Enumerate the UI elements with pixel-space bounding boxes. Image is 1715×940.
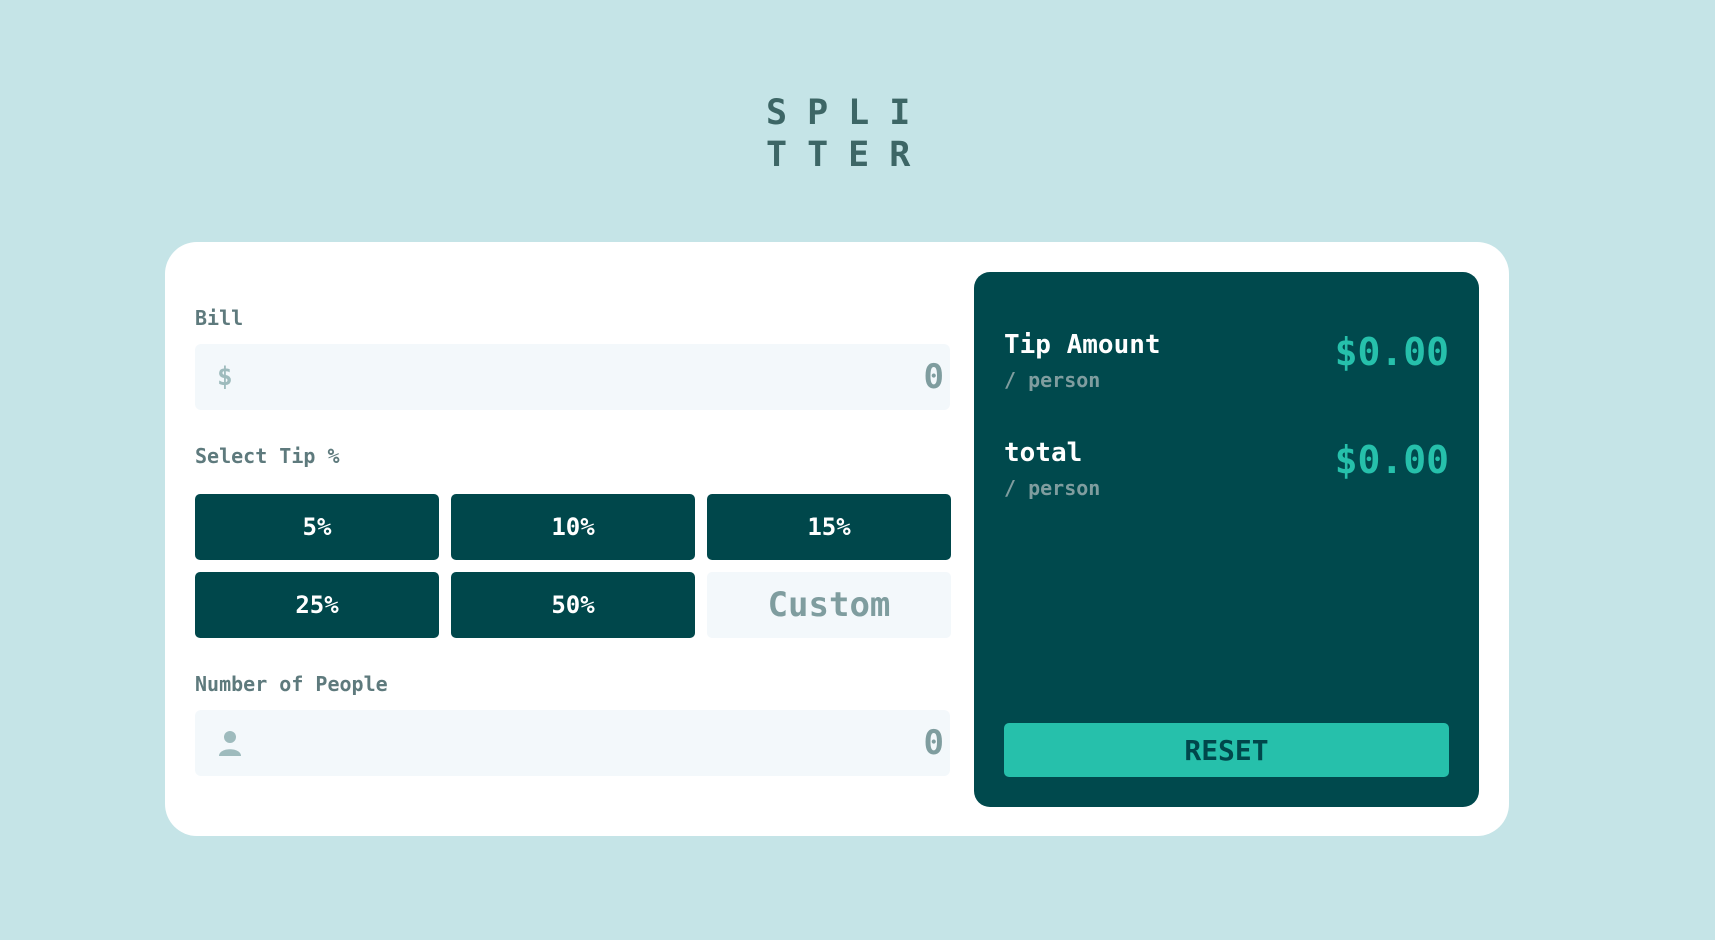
bill-field: $ <box>195 344 950 410</box>
logo-line-1: SPLI <box>766 93 931 133</box>
people-label: Number of People <box>195 672 388 696</box>
person-icon <box>219 731 241 756</box>
tip-amount-per-person: / person <box>1004 368 1101 392</box>
total-per-person: / person <box>1004 476 1101 500</box>
total-title: total <box>1004 438 1083 468</box>
tip-amount-title: Tip Amount <box>1004 330 1161 360</box>
bill-label: Bill <box>195 306 244 330</box>
tip-15-button[interactable]: 15% <box>707 494 951 560</box>
tip-50-button[interactable]: 50% <box>451 572 695 638</box>
dollar-icon: $ <box>217 362 233 392</box>
people-input[interactable] <box>344 710 944 776</box>
tip-options-grid: 5% 10% 15% 25% 50% <box>195 494 951 638</box>
total-value: $0.00 <box>1334 438 1449 482</box>
results-panel: Tip Amount / person $0.00 total / person… <box>974 272 1479 807</box>
tip-10-button[interactable]: 10% <box>451 494 695 560</box>
tip-label: Select Tip % <box>195 444 340 468</box>
total-row: total / person $0.00 <box>1004 438 1449 508</box>
logo-line-2: TTER <box>766 135 931 175</box>
tip-amount-row: Tip Amount / person $0.00 <box>1004 330 1449 400</box>
custom-tip-input[interactable] <box>707 572 951 638</box>
tip-5-button[interactable]: 5% <box>195 494 439 560</box>
reset-button[interactable]: RESET <box>1004 723 1449 777</box>
app-logo: SPLI TTER <box>766 92 930 176</box>
tip-amount-value: $0.00 <box>1334 330 1449 374</box>
tip-25-button[interactable]: 25% <box>195 572 439 638</box>
people-field <box>195 710 950 776</box>
bill-input[interactable] <box>344 344 944 410</box>
calculator-card: Bill $ Select Tip % 5% 10% 15% 25% 50% N… <box>165 242 1509 836</box>
